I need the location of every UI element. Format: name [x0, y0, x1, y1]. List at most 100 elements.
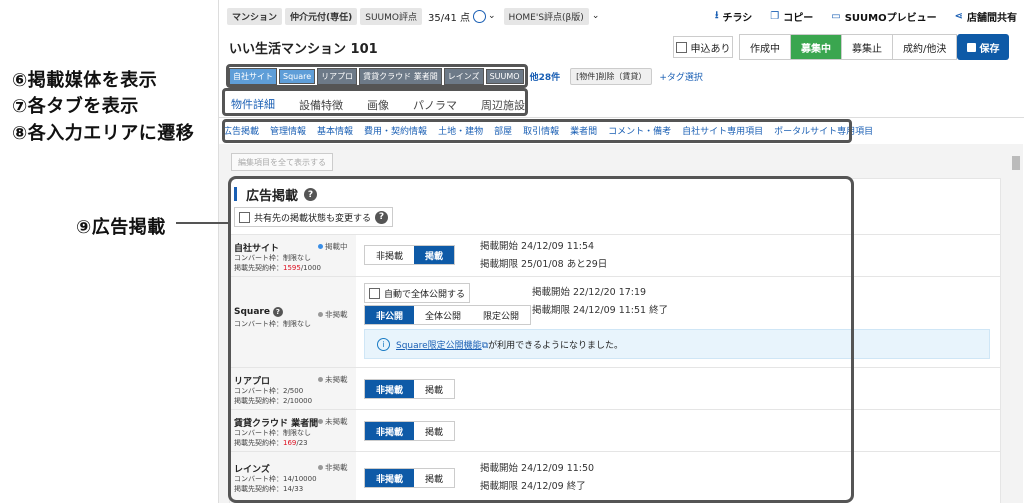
- help-icon[interactable]: ?: [375, 210, 389, 224]
- option-unpublish[interactable]: 非掲載: [365, 469, 415, 487]
- save-button[interactable]: 保存: [957, 34, 1009, 60]
- status-dot-icon: [318, 419, 323, 424]
- publish-end: 掲載期限 25/01/08 あと29日: [480, 259, 608, 270]
- tab-equipment[interactable]: 設備特徴: [297, 94, 355, 116]
- smile-icon[interactable]: [473, 9, 486, 23]
- content-area: 編集項目を全て表示する 広告掲載? 共有先の掲載状態も変更する ? 自社サイト …: [219, 144, 1009, 503]
- anchor-land[interactable]: 土地・建物: [438, 124, 483, 137]
- monitor-icon: ▭: [831, 11, 841, 22]
- publish-end: 掲載期限 24/12/09 終了: [480, 481, 586, 492]
- option-public[interactable]: 全体公開: [414, 306, 472, 324]
- media-chip[interactable]: レインズ: [443, 68, 484, 85]
- contract-quota: 掲載先契約枠：14/33: [234, 485, 304, 493]
- chevron-down-icon[interactable]: ⌄: [592, 11, 600, 21]
- media-quota: コンバート枠：2/500 掲載先契約枠：2/10000: [234, 386, 312, 406]
- share-button[interactable]: ⋖ 店舗間共有: [955, 9, 1017, 24]
- option-publish[interactable]: 掲載: [414, 422, 454, 440]
- anchor-cost[interactable]: 費用・契約情報: [364, 124, 427, 137]
- status-dot-icon: [318, 244, 323, 249]
- save-label: 保存: [979, 43, 1000, 55]
- share-change-label: 共有先の掲載状態も変更する: [254, 213, 372, 224]
- convert-quota: コンバート枠：制限なし: [234, 320, 311, 328]
- publish-dates: 掲載開始 24/12/09 11:54 掲載期限 25/01/08 あと29日: [480, 238, 607, 274]
- status-draft[interactable]: 作成中: [740, 35, 791, 59]
- media-chip[interactable]: リアプロ: [317, 68, 358, 85]
- status-recruiting[interactable]: 募集中: [791, 35, 842, 59]
- annotation-6: ⑥掲載媒体を表示: [12, 70, 158, 91]
- anchor-comment[interactable]: コメント・備考: [608, 124, 671, 137]
- flyer-label: チラシ: [722, 13, 753, 24]
- tab-property-detail[interactable]: 物件詳細: [229, 94, 287, 116]
- convert-quota: コンバート枠：14/10000: [234, 475, 317, 483]
- show-all-button[interactable]: 編集項目を全て表示する: [231, 153, 333, 171]
- option-unpublish[interactable]: 非掲載: [365, 380, 415, 398]
- option-unpublish[interactable]: 非掲載: [365, 422, 415, 440]
- save-icon: [966, 42, 976, 52]
- media-chip[interactable]: Square: [279, 69, 316, 84]
- help-icon[interactable]: ?: [304, 188, 318, 201]
- tag-chip[interactable]: [物件]削除（賃貸）: [570, 68, 653, 85]
- option-publish[interactable]: 掲載: [414, 246, 455, 264]
- anchor-transaction[interactable]: 取引情報: [523, 124, 559, 137]
- scrollbar-thumb[interactable]: [1012, 156, 1020, 170]
- anchor-ad[interactable]: 広告掲載: [223, 124, 259, 137]
- publish-dates: 掲載開始 22/12/20 17:19 掲載期限 24/12/09 11:51 …: [532, 284, 668, 320]
- status-dot-icon: [318, 377, 323, 382]
- copy-icon: ❐: [770, 11, 780, 22]
- header-actions: ⭳ チラシ ❐ コピー ▭ SUUMOプレビュー ⋖ 店舗間共有: [715, 8, 1017, 25]
- media-chip[interactable]: 賃貸クラウド 業者間: [359, 68, 442, 85]
- preview-label: SUUMOプレビュー: [844, 13, 937, 24]
- option-private[interactable]: 非公開: [365, 306, 415, 324]
- apply-checkbox[interactable]: 申込あり: [673, 36, 733, 58]
- anchor-own-site[interactable]: 自社サイト専用項目: [682, 124, 763, 137]
- media-row: リアプロ コンバート枠：2/500 掲載先契約枠：2/10000 未掲載 非掲載…: [230, 367, 1000, 410]
- anchor-basic[interactable]: 基本情報: [317, 124, 353, 137]
- anchor-room[interactable]: 部屋: [494, 124, 512, 137]
- tab-images[interactable]: 画像: [365, 94, 401, 116]
- media-row: Square? コンバート枠：制限なし 非掲載 自動で全体公開する 非公開 全体…: [230, 276, 1000, 368]
- option-publish[interactable]: 掲載: [414, 380, 454, 398]
- tab-divider: [219, 117, 1024, 118]
- media-chip[interactable]: SUUMO: [485, 69, 524, 84]
- anchor-portal[interactable]: ポータルサイト専用項目: [774, 124, 873, 137]
- option-limited[interactable]: 限定公開: [472, 306, 530, 324]
- option-unpublish[interactable]: 非掲載: [365, 246, 414, 264]
- status-toggle: 作成中 募集中 募集止 成約/他決: [739, 34, 958, 60]
- notice-text: Square限定公開機能⧉が利用できるようになりました。: [396, 338, 623, 351]
- preview-button[interactable]: ▭ SUUMOプレビュー: [831, 9, 936, 24]
- auto-publish-checkbox[interactable]: 自動で全体公開する: [364, 283, 471, 303]
- media-more-link[interactable]: 他28件: [530, 70, 561, 83]
- info-icon: i: [377, 337, 390, 351]
- annotation-8: ⑧各入力エリアに遷移: [12, 123, 195, 144]
- auto-publish-label: 自動で全体公開する: [384, 289, 466, 300]
- contract-quota-limit: /1000: [300, 264, 322, 272]
- media-chip[interactable]: 自社サイト: [229, 68, 277, 85]
- contract-quota: 掲載先契約枠：1595/1000: [234, 263, 321, 273]
- help-icon[interactable]: ?: [272, 307, 283, 317]
- option-publish[interactable]: 掲載: [414, 469, 454, 487]
- chevron-down-icon[interactable]: ⌄: [488, 11, 496, 21]
- add-tag-link[interactable]: +タグ選択: [659, 70, 703, 83]
- scrollbar[interactable]: [1009, 144, 1023, 503]
- publish-toggle: 非掲載 掲載: [364, 421, 456, 441]
- contract-tag: 仲介元付(専任): [285, 7, 358, 25]
- contract-quota-used: 1595: [283, 264, 301, 272]
- anchor-b2b[interactable]: 業者間: [570, 124, 597, 137]
- info-notice: i Square限定公開機能⧉が利用できるようになりました。: [364, 329, 990, 359]
- status-stopped[interactable]: 募集止: [842, 35, 893, 59]
- flyer-button[interactable]: ⭳ チラシ: [715, 8, 752, 25]
- notice-rest: が利用できるようになりました。: [488, 340, 623, 351]
- tab-panorama[interactable]: パノラマ: [411, 94, 469, 116]
- copy-button[interactable]: ❐ コピー: [770, 9, 813, 24]
- connector-line: [176, 222, 228, 224]
- page-title: いい生活マンション 101: [229, 42, 378, 57]
- download-icon: ⭳: [714, 10, 719, 21]
- anchor-management[interactable]: 管理情報: [270, 124, 306, 137]
- tab-surroundings[interactable]: 周辺施設: [479, 94, 537, 116]
- status-closed[interactable]: 成約/他決: [893, 35, 956, 59]
- share-change-checkbox[interactable]: 共有先の掲載状態も変更する ?: [234, 207, 394, 227]
- contract-quota: 掲載先契約枠：2/10000: [234, 397, 313, 405]
- publish-end: 掲載期限 24/12/09 11:51 終了: [532, 305, 669, 316]
- notice-link[interactable]: Square限定公開機能: [396, 341, 482, 351]
- publish-state: 未掲載: [318, 374, 348, 385]
